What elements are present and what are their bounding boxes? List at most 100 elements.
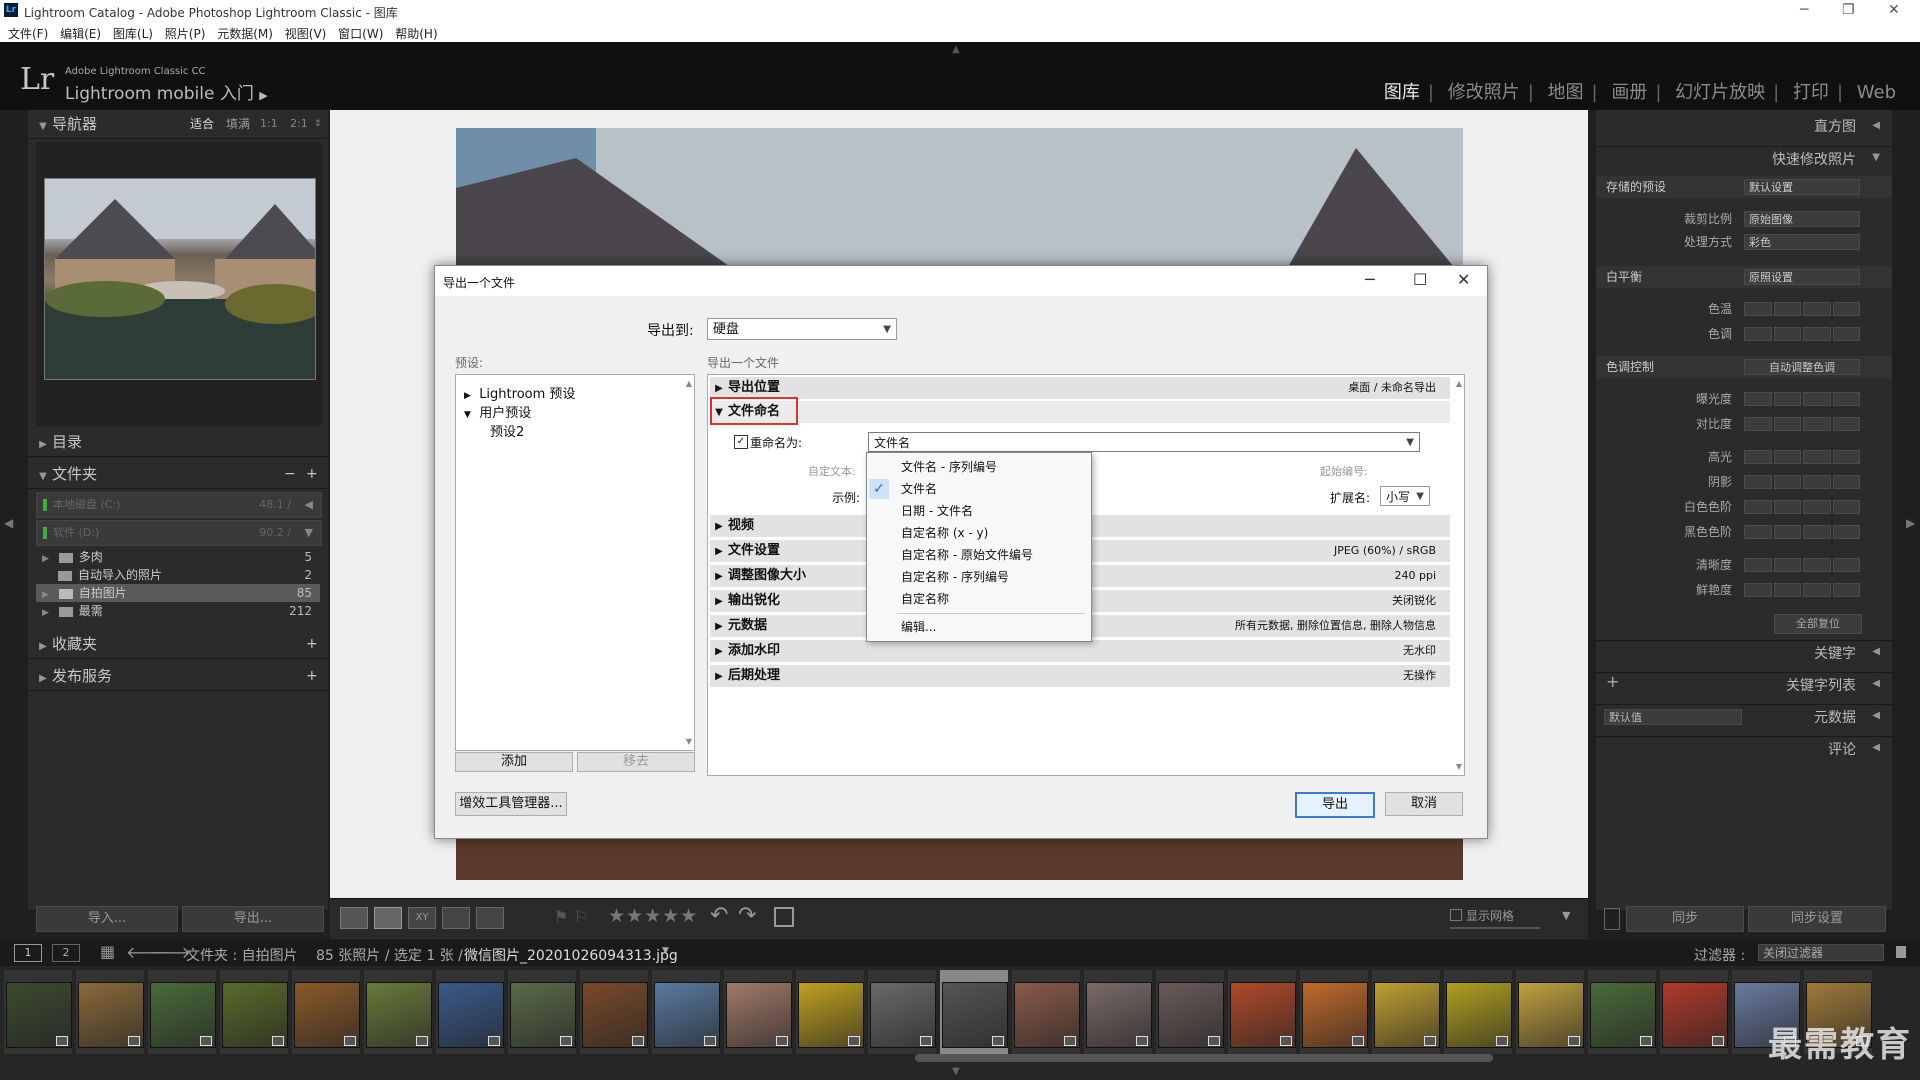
grid-view-icon[interactable] <box>340 907 368 929</box>
menu-item-custom-original-number[interactable]: 自定名称 - 原始文件编号 <box>901 545 1033 565</box>
dialog-close-icon[interactable]: ✕ <box>1457 270 1470 289</box>
treatment-select[interactable]: 彩色 <box>1744 234 1860 250</box>
menu-file[interactable]: 文件(F) <box>8 25 48 42</box>
section-export-location[interactable]: ▶ 导出位置 桌面 / 未命名导出 <box>710 377 1450 399</box>
folder-item-selected[interactable]: ▶ 自拍图片 85 <box>36 584 320 602</box>
reset-all-button[interactable]: 全部复位 <box>1774 614 1862 634</box>
remove-preset-button[interactable]: 移去 <box>577 752 695 772</box>
menu-view[interactable]: 视图(V) <box>285 25 327 42</box>
menu-item-date-filename[interactable]: 日期 - 文件名 <box>901 501 973 521</box>
filmstrip-cell[interactable] <box>1516 970 1584 1054</box>
mobile-getting-started[interactable]: Lightroom mobile 入门 ▶ <box>65 79 268 104</box>
zoom-fill[interactable]: 填满 <box>226 110 250 138</box>
dialog-minimize-icon[interactable]: ─ <box>1365 270 1375 289</box>
menu-item-custom-sequence[interactable]: 自定名称 - 序列编号 <box>901 567 1009 587</box>
add-keyword-icon[interactable]: + <box>1606 672 1619 691</box>
menu-item-filename[interactable]: 文件名 <box>901 479 937 499</box>
close-icon[interactable]: ✕ <box>1888 2 1900 18</box>
toolbar-menu-icon[interactable]: ▼ <box>1562 909 1570 922</box>
primary-window-button[interactable]: 1 <box>14 944 42 962</box>
quick-develop-collapse-icon[interactable]: ▼ <box>1872 152 1880 163</box>
scroll-down-icon[interactable]: ▼ <box>1456 762 1462 771</box>
extension-select[interactable]: 小写 ▼ <box>1380 486 1430 506</box>
scroll-up-icon[interactable]: ▲ <box>686 379 692 388</box>
collections-header[interactable]: ▶ 收藏夹 + <box>28 630 328 659</box>
folder-item[interactable]: 自动导入的照片 2 <box>36 566 320 584</box>
quick-develop-header[interactable]: 快速修改照片 <box>1596 146 1892 172</box>
metadata-collapse-icon[interactable]: ◀ <box>1872 710 1880 721</box>
exposure-stepper[interactable] <box>1744 392 1860 406</box>
crop-overlay-icon[interactable] <box>774 907 794 927</box>
zoom-2to1[interactable]: 2:1 <box>290 110 308 138</box>
filmstrip-cell[interactable] <box>1084 970 1152 1054</box>
filmstrip-cell[interactable] <box>724 970 792 1054</box>
module-map[interactable]: 地图 <box>1540 82 1592 103</box>
preset-group-user[interactable]: ▼ 用户预设 <box>464 402 531 421</box>
tint-stepper[interactable] <box>1744 327 1860 341</box>
module-library[interactable]: 图库 <box>1376 82 1428 103</box>
show-grid-checkbox[interactable] <box>1450 909 1462 921</box>
filmstrip-cell[interactable] <box>796 970 864 1054</box>
filmstrip-cell[interactable] <box>148 970 216 1054</box>
menu-item-custom-xy[interactable]: 自定名称 (x - y) <box>901 523 988 543</box>
module-print[interactable]: 打印 <box>1785 82 1837 103</box>
right-panel-toggle-icon[interactable]: ▶ <box>1906 516 1915 530</box>
filmstrip-cell[interactable] <box>292 970 360 1054</box>
filename-dropdown-icon[interactable]: ▼ <box>662 946 669 956</box>
section-watermark[interactable]: ▶ 添加水印 无水印 <box>710 640 1450 662</box>
filmstrip-cell[interactable] <box>4 970 72 1054</box>
filter-lock-icon[interactable] <box>1896 946 1906 958</box>
metadata-preset-select[interactable]: 默认值 <box>1604 709 1742 725</box>
drive-c[interactable]: 本地磁盘 (C:) 48.1 / ◀ <box>36 492 322 518</box>
filmstrip-cell[interactable] <box>1156 970 1224 1054</box>
highlights-stepper[interactable] <box>1744 450 1860 464</box>
filter-select[interactable]: 关闭过滤器 <box>1758 944 1884 961</box>
saved-preset-select[interactable]: 默认设置 <box>1744 179 1860 195</box>
add-folder-icon[interactable]: + <box>306 460 318 488</box>
zoom-more-icon[interactable]: ⇕ <box>314 110 322 138</box>
auto-tone-button[interactable]: 自动调整色调 <box>1744 359 1860 375</box>
sync-settings-button[interactable]: 同步设置 <box>1748 906 1886 932</box>
secondary-window-button[interactable]: 2 <box>52 944 80 962</box>
keywording-header[interactable]: 关键字 <box>1596 640 1892 666</box>
source-path[interactable]: 文件夹 : 自拍图片 <box>186 945 298 965</box>
sync-button[interactable]: 同步 <box>1626 906 1744 932</box>
menu-window[interactable]: 窗口(W) <box>338 25 383 42</box>
shadows-stepper[interactable] <box>1744 475 1860 489</box>
zoom-fit[interactable]: 适合 <box>190 110 214 138</box>
folder-item[interactable]: ▶ 多肉 5 <box>36 548 320 566</box>
filmstrip-cell[interactable] <box>1300 970 1368 1054</box>
filmstrip-cell[interactable] <box>1012 970 1080 1054</box>
keyword-list-header[interactable]: 关键字列表 <box>1596 672 1892 698</box>
filmstrip-cell[interactable] <box>364 970 432 1054</box>
rename-checkbox[interactable]: ✓ <box>734 435 748 449</box>
filmstrip-cell[interactable] <box>1588 970 1656 1054</box>
section-file-naming[interactable]: ▼ 文件命名 <box>710 401 1450 423</box>
rename-template-select[interactable]: 文件名 ▼ <box>868 432 1420 452</box>
keywording-collapse-icon[interactable]: ◀ <box>1872 646 1880 657</box>
filmstrip-cell[interactable] <box>652 970 720 1054</box>
menu-help[interactable]: 帮助(H) <box>395 25 437 42</box>
grid-icon[interactable]: ▦ <box>100 942 115 961</box>
folders-header[interactable]: ▼ 文件夹 − + <box>28 460 328 489</box>
menu-library[interactable]: 图库(L) <box>113 25 153 42</box>
selected-filename[interactable]: 微信图片_20201026094313.jpg <box>464 945 678 965</box>
filmstrip-cell-selected[interactable] <box>940 970 1008 1054</box>
drive-d[interactable]: 软件 (D:) 90.2 / ▼ <box>36 520 322 546</box>
histogram-header[interactable]: 直方图 <box>1596 114 1892 140</box>
module-book[interactable]: 画册 <box>1603 82 1655 103</box>
filmstrip-cell[interactable] <box>76 970 144 1054</box>
star-rating-icon[interactable]: ★★★★★ <box>608 905 698 927</box>
sync-toggle-icon[interactable] <box>1604 908 1620 930</box>
filmstrip-cell[interactable] <box>1660 970 1728 1054</box>
whites-stepper[interactable] <box>1744 500 1860 514</box>
panel-toggle-top-icon[interactable]: ▲ <box>952 44 960 55</box>
filmstrip-cell[interactable] <box>1228 970 1296 1054</box>
dialog-maximize-icon[interactable]: ☐ <box>1413 270 1427 289</box>
contrast-stepper[interactable] <box>1744 417 1860 431</box>
filmstrip-cell[interactable] <box>508 970 576 1054</box>
menu-edit[interactable]: 编辑(E) <box>60 25 101 42</box>
flag-icon[interactable]: ⚑ <box>554 907 568 926</box>
filmstrip-cell[interactable] <box>1444 970 1512 1054</box>
cancel-button[interactable]: 取消 <box>1385 792 1463 816</box>
